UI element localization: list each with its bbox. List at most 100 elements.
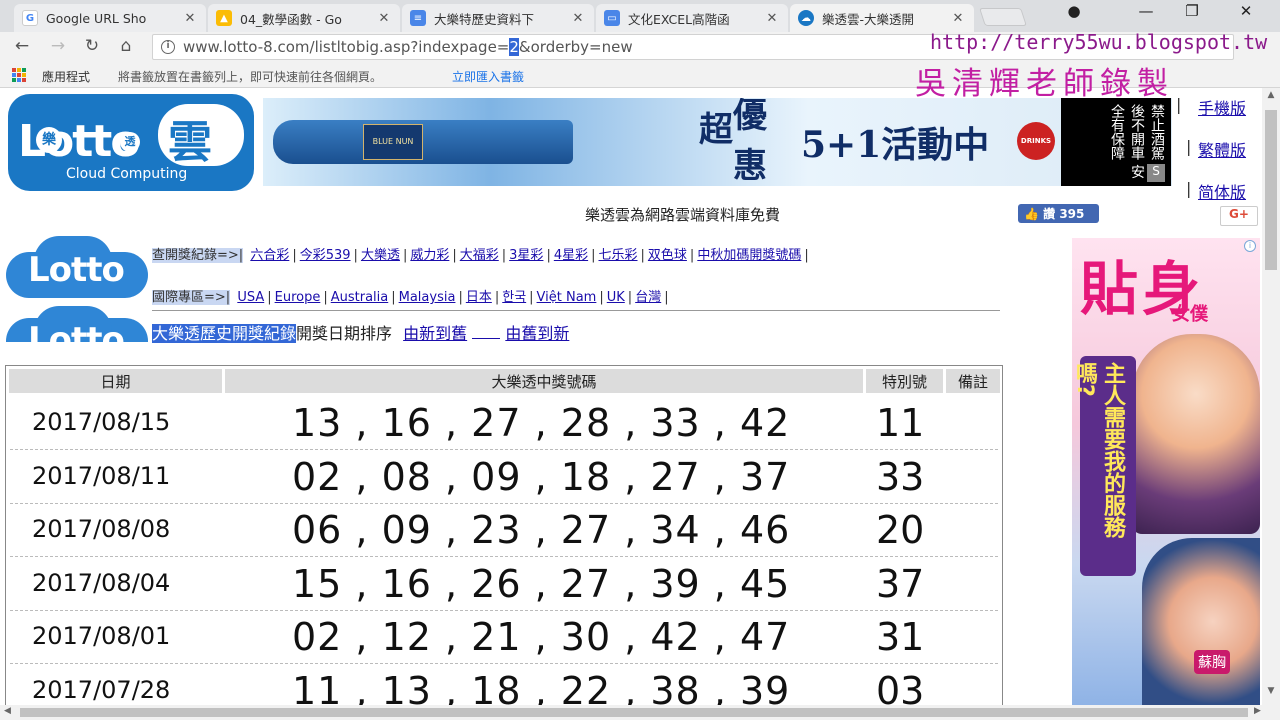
region-link[interactable]: 日本 <box>466 290 492 305</box>
region-link[interactable]: UK <box>607 290 625 305</box>
simplified-version-link[interactable]: 简体版 <box>1198 179 1246 203</box>
url-selected-text: 2 <box>509 38 519 56</box>
free-service-text: 樂透雲為網路雲端資料庫免費 <box>585 206 781 224</box>
region-link[interactable]: USA <box>237 290 264 305</box>
scroll-up-icon[interactable]: ▲ <box>1262 90 1280 106</box>
special-number: 03 <box>876 668 925 706</box>
close-tab-icon[interactable]: ✕ <box>182 11 198 26</box>
banner-promo-chars: 超優惠 <box>699 98 767 186</box>
logo-badge-tou: 透 <box>120 132 140 152</box>
col-header-numbers: 大樂透中獎號碼 <box>225 369 863 393</box>
vertical-scrollbar[interactable]: ▲ ▼ <box>1262 88 1280 705</box>
sort-newest-link[interactable]: 由新到舊 <box>403 324 467 343</box>
back-icon[interactable]: ← <box>10 36 34 58</box>
site-logo[interactable]: Lotto 樂 透 雲 Cloud Computing <box>8 94 254 191</box>
reload-icon[interactable]: ↻ <box>80 36 104 58</box>
new-tab-button[interactable] <box>979 8 1027 26</box>
table-row: 2017/08/15 13 , 16 , 27 , 28 , 33 , 42 11 <box>6 397 1002 450</box>
scroll-left-icon[interactable]: ◀ <box>4 706 11 716</box>
game-ad[interactable]: i 貼身 女僕 主人需要我的服務嗎? 蘇胸 <box>1072 238 1260 705</box>
lotto-icon: ☁ <box>798 10 814 26</box>
info-icon[interactable]: i <box>161 40 175 54</box>
international-nav: 國際專區=>| USA | Europe | Australia | Malaysia | 日本… <box>152 286 669 305</box>
table-row: 2017/08/08 06 , 09 , 23 , 27 , 34 , 46 20 <box>6 504 1002 557</box>
scroll-down-icon[interactable]: ▼ <box>1262 686 1280 702</box>
region-link[interactable]: Australia <box>331 290 389 305</box>
separator: | <box>599 290 604 305</box>
separator: | <box>591 248 596 263</box>
ad-subheadline: 女僕 <box>1172 304 1208 325</box>
region-link[interactable]: Malaysia <box>399 290 456 305</box>
winning-numbers: 02 , 12 , 21 , 30 , 42 , 47 <box>292 615 791 659</box>
slides-icon: ▭ <box>604 10 620 26</box>
tab-google-slides[interactable]: ▭ 文化EXCEL高階函 ✕ <box>596 4 788 32</box>
tab-google-drive[interactable]: ▲ 04_數學函數 - Go ✕ <box>208 4 400 32</box>
wine-ad-banner[interactable]: BLUE NUN 超優惠 5+1活動中 DRINKS 禁止酒駕 酒後不開車 安全… <box>263 98 1172 186</box>
close-tab-icon[interactable]: ✕ <box>376 11 392 26</box>
col-header-notes: 備註 <box>946 369 1000 393</box>
tab-google-url-shortener[interactable]: G Google URL Sho ✕ <box>14 4 206 32</box>
separator: | <box>689 248 695 263</box>
scroll-right-icon[interactable]: ▶ <box>1254 706 1261 716</box>
watermark-blog: http://terry55wu.blogspot.tw <box>930 30 1268 54</box>
sort-oldest-link[interactable]: 由舊到新 <box>505 324 569 343</box>
lottery-game-link[interactable]: 中秋加碼開獎號碼 <box>697 248 801 263</box>
tab-google-docs[interactable]: ≡ 大樂特歷史資料下 ✕ <box>402 4 594 32</box>
home-icon[interactable]: ⌂ <box>114 36 138 58</box>
separator: | <box>664 290 669 305</box>
maximize-icon[interactable]: ❐ <box>1172 2 1212 20</box>
apps-label[interactable]: 應用程式 <box>42 68 90 85</box>
lottery-game-link[interactable]: 大福彩 <box>460 248 499 263</box>
lottery-game-link[interactable]: 4星彩 <box>554 248 588 263</box>
separator: | <box>627 290 633 305</box>
mobile-version-link[interactable]: 手機版 <box>1198 95 1246 119</box>
banner-promo-main: 5+1活動中 <box>801 124 990 166</box>
draw-date: 2017/08/01 <box>32 622 171 650</box>
lottery-game-link[interactable]: 3星彩 <box>509 248 543 263</box>
google-icon: G <box>22 10 38 26</box>
international-label: 國際專區=>| <box>152 290 231 305</box>
minimize-icon[interactable]: — <box>1126 2 1166 20</box>
region-link[interactable]: 台灣 <box>635 290 661 305</box>
google-plus-button[interactable]: G+ <box>1220 206 1258 226</box>
bookmarks-hint: 將書籤放置在書籤列上，即可快速前往各個網頁。 <box>118 70 383 84</box>
horizontal-scroll-thumb[interactable] <box>20 708 1248 717</box>
close-tab-icon[interactable]: ✕ <box>950 11 966 26</box>
apps-icon[interactable] <box>12 68 26 82</box>
facebook-like-button[interactable]: 👍 讚 395 <box>1018 204 1099 223</box>
forward-icon[interactable]: → <box>46 36 70 58</box>
lottery-game-link[interactable]: 大樂透 <box>361 248 400 263</box>
separator: | <box>267 290 272 305</box>
table-row: 2017/08/01 02 , 12 , 21 , 30 , 42 , 47 31 <box>6 611 1002 664</box>
special-number: 37 <box>876 561 925 606</box>
separator: | <box>391 290 396 305</box>
lottery-game-link[interactable]: 七乐彩 <box>599 248 638 263</box>
special-number: 31 <box>876 615 925 659</box>
profile-icon[interactable]: ● <box>1054 2 1094 20</box>
region-link[interactable]: Việt Nam <box>537 290 597 305</box>
close-tab-icon[interactable]: ✕ <box>570 11 586 26</box>
ad-info-icon[interactable]: i <box>1244 240 1256 252</box>
vertical-scroll-thumb[interactable] <box>1265 110 1277 270</box>
special-number: 20 <box>876 508 925 552</box>
horizontal-scrollbar[interactable]: ◀ ▶ <box>0 705 1280 720</box>
lottery-game-link[interactable]: 双色球 <box>648 248 687 263</box>
lottery-game-link[interactable]: 今彩539 <box>300 248 351 263</box>
close-tab-icon[interactable]: ✕ <box>764 11 780 26</box>
separator: | <box>323 290 328 305</box>
region-link[interactable]: Europe <box>275 290 321 305</box>
close-window-icon[interactable]: ✕ <box>1226 2 1266 20</box>
separator: | <box>640 248 645 263</box>
logo-badge-le: 樂 <box>36 127 62 153</box>
winning-numbers: 15 , 16 , 26 , 27 , 39 , 45 <box>292 561 791 606</box>
tab-lotto-cloud[interactable]: ☁ 樂透雲-大樂透開 ✕ <box>790 4 974 32</box>
tab-strip: G Google URL Sho ✕ ▲ 04_數學函數 - Go ✕ ≡ 大樂… <box>0 0 1280 32</box>
lottery-game-link[interactable]: 威力彩 <box>410 248 449 263</box>
region-link[interactable]: 한국 <box>502 290 526 305</box>
lottery-game-link[interactable]: 六合彩 <box>250 248 289 263</box>
ad-character-image <box>1132 334 1260 534</box>
traditional-version-link[interactable]: 繁體版 <box>1198 137 1246 161</box>
import-bookmarks-link[interactable]: 立即匯入書籤 <box>452 68 524 85</box>
separator: | <box>501 248 507 263</box>
ad-character-image-lower <box>1142 538 1260 705</box>
